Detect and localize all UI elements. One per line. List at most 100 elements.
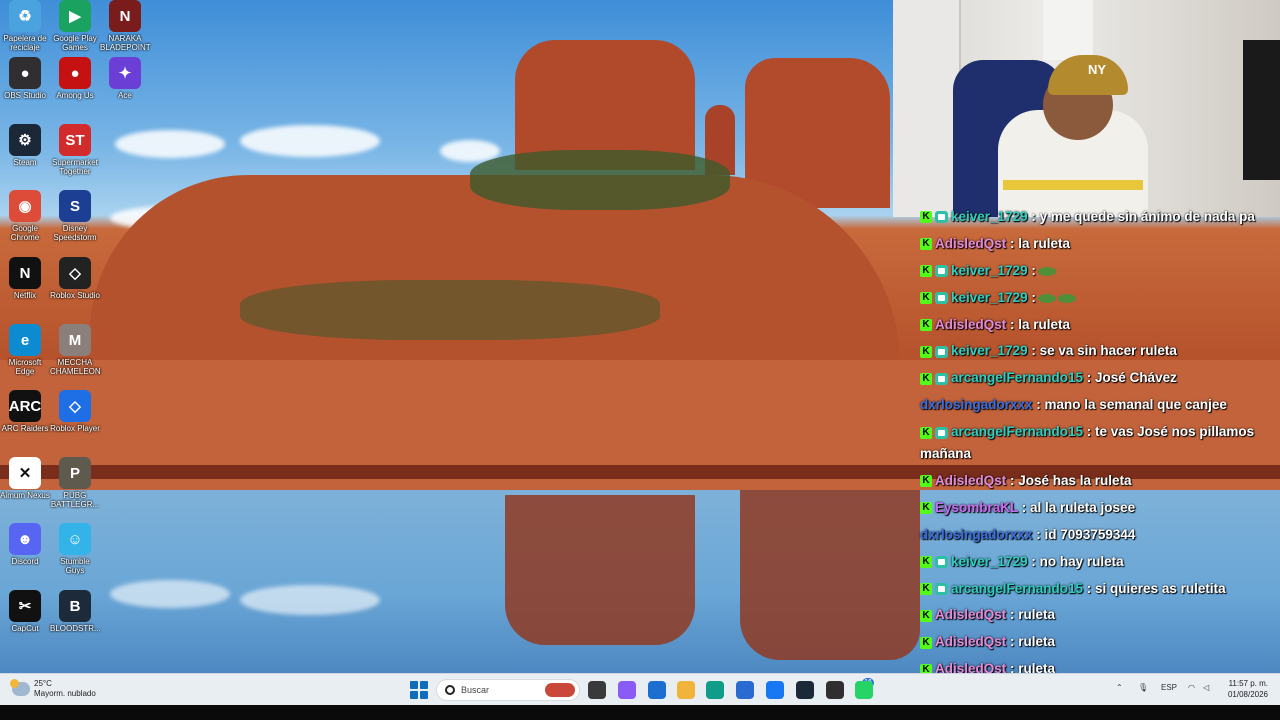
weather-widget[interactable]: 25°C Mayorm. nublado xyxy=(10,679,96,699)
desktop-icon[interactable]: ☻ Discord xyxy=(0,523,50,566)
desktop-icon[interactable]: ◇ Roblox Studio xyxy=(50,257,100,300)
chat-text: : José Chávez xyxy=(1083,370,1177,386)
desktop-icon[interactable]: M MECCHA CHAMELEON xyxy=(50,324,101,376)
desktop-icon[interactable]: P PUBG BATTLEGR... xyxy=(50,457,100,509)
cloud-reflection xyxy=(240,585,380,615)
steam-icon[interactable] xyxy=(796,681,814,699)
desktop-icon[interactable]: ✦ Ace xyxy=(100,57,150,100)
chat-username[interactable]: arcangelFernando15 xyxy=(951,424,1083,439)
desktop-icon[interactable]: ✂ CapCut xyxy=(0,590,50,633)
vegetation xyxy=(240,280,660,340)
facebook-icon[interactable] xyxy=(766,681,784,699)
desktop-icon-label: Netflix xyxy=(13,291,37,300)
subscriber-badge-icon xyxy=(935,211,948,224)
chat-username[interactable]: AdisledQst xyxy=(935,634,1006,649)
desktop-icon[interactable]: ● Among Us xyxy=(50,57,100,100)
start-button[interactable] xyxy=(410,681,428,699)
kick-badge-icon: K xyxy=(920,238,932,251)
naraka-icon: N xyxy=(109,0,141,32)
desktop-icon-label: Aimum Nexus xyxy=(0,491,50,500)
chat-username[interactable]: AdisledQst xyxy=(935,236,1006,251)
windows-logo-icon xyxy=(410,681,418,689)
chat-username[interactable]: keiver_1729 xyxy=(951,209,1028,224)
desktop-icon[interactable]: e Microsoft Edge xyxy=(0,324,50,376)
whatsapp-icon[interactable] xyxy=(855,681,873,699)
microphone-icon[interactable]: 🎙︎ xyxy=(1138,683,1148,692)
kick-badge-icon: K xyxy=(920,609,932,622)
chat-text: : y me quede sin ánimo de nada pa xyxy=(1027,209,1255,224)
chat-message: K AdisledQst : ruleta xyxy=(920,631,1280,653)
chat-username[interactable]: arcangelFernando15 xyxy=(951,370,1083,385)
chrome-icon: ◉ xyxy=(9,190,41,222)
taskbar: 25°C Mayorm. nublado Buscar 16 ⌃ 🎙︎ ESP … xyxy=(0,673,1280,705)
clock[interactable]: 11:57 p. m. 01/08/2026 xyxy=(1228,678,1268,700)
chevron-up-icon[interactable]: ⌃ xyxy=(1116,683,1123,692)
edge-icon[interactable] xyxy=(706,681,724,699)
chat-message: K AdisledQst : la ruleta xyxy=(920,314,1280,336)
file-explorer-icon[interactable] xyxy=(588,681,606,699)
cloud xyxy=(115,130,225,158)
desktop-icon[interactable]: B BLOODSTR... xyxy=(50,590,101,633)
desktop-icon[interactable]: N NARAKA BLADEPOINT xyxy=(100,0,151,52)
subscriber-badge-icon xyxy=(935,556,948,569)
chat-username[interactable]: AdisledQst xyxy=(935,473,1006,488)
chat-username[interactable]: dxrlosingadorxxx xyxy=(920,527,1033,542)
chat-message: dxrlosingadorxxx : id 7093759344 xyxy=(920,524,1280,546)
monitor xyxy=(1243,40,1280,180)
chat-username[interactable]: arcangelFernando15 xyxy=(951,581,1083,596)
desktop-icon[interactable]: ⚙ Steam xyxy=(0,124,50,167)
outlook-icon[interactable] xyxy=(648,681,666,699)
search-box[interactable]: Buscar xyxy=(436,679,580,701)
chat-text: : no hay ruleta xyxy=(1027,553,1124,569)
desktop-icon[interactable]: ARC ARC Raiders xyxy=(0,390,50,433)
desktop-icon[interactable]: ST Supermarket Together xyxy=(50,124,100,176)
chat-username[interactable]: EysombraKL xyxy=(935,500,1018,515)
desktop-icon[interactable]: ◇ Roblox Player xyxy=(50,390,100,433)
desktop-icon[interactable]: ▶ Google Play Games xyxy=(50,0,100,52)
obs-icon[interactable] xyxy=(826,681,844,699)
subscriber-badge-icon xyxy=(935,372,948,385)
chat-text: : mano la semanal que canjee xyxy=(1032,397,1227,413)
emote-icon xyxy=(1057,293,1076,303)
chat-username[interactable]: keiver_1729 xyxy=(951,263,1028,278)
copilot-icon[interactable] xyxy=(618,681,636,699)
desktop-icon[interactable]: ♻ Papelera de reciclaje xyxy=(0,0,50,52)
desktop-icon-label: Google Play Games xyxy=(53,34,97,52)
chat-text: : xyxy=(1027,262,1036,278)
wifi-icon[interactable]: ◠ xyxy=(1188,683,1195,692)
obs-icon: ● xyxy=(9,57,41,89)
recycle-bin-icon: ♻ xyxy=(9,0,41,32)
chat-message: K AdisledQst : la ruleta xyxy=(920,233,1280,255)
search-icon xyxy=(445,685,455,695)
desktop-icon[interactable]: N Netflix xyxy=(0,257,50,300)
desktop-icon-label: Microsoft Edge xyxy=(8,358,42,376)
cloudy-weather-icon xyxy=(10,679,30,696)
desktop-icon[interactable]: ✕ Aimum Nexus xyxy=(0,457,50,500)
chat-username[interactable]: AdisledQst xyxy=(935,317,1006,332)
desktop-icon[interactable]: S Disney Speedstorm xyxy=(50,190,100,242)
language-indicator[interactable]: ESP xyxy=(1161,683,1177,692)
desktop-icon-label: Ace xyxy=(118,91,132,100)
desktop-icon-label: Steam xyxy=(13,158,37,167)
chat-username[interactable]: keiver_1729 xyxy=(951,343,1028,358)
desktop-icon-label: Google Chrome xyxy=(10,224,40,242)
desktop-icon[interactable]: ◉ Google Chrome xyxy=(0,190,50,242)
desktop-icon[interactable]: ● OBS Studio xyxy=(0,57,50,100)
weather-desc: Mayorm. nublado xyxy=(34,689,96,698)
chat-message: K AdisledQst : José has la ruleta xyxy=(920,470,1280,492)
chat-username[interactable]: keiver_1729 xyxy=(951,554,1028,569)
chat-username[interactable]: dxrlosingadorxxx xyxy=(920,397,1033,412)
desktop-icon-label: NARAKA BLADEPOINT xyxy=(100,34,151,52)
supermarket-icon: ST xyxy=(59,124,91,156)
chat-message: Kkeiver_1729 : xyxy=(920,287,1280,309)
desktop-icon-label: CapCut xyxy=(11,624,39,633)
chat-username[interactable]: keiver_1729 xyxy=(951,290,1028,305)
desktop-icon-label: Papelera de reciclaje xyxy=(3,34,47,52)
chat-username[interactable]: AdisledQst xyxy=(935,607,1006,622)
folder-icon[interactable] xyxy=(677,681,695,699)
desktop-icon[interactable]: ☺ Stumble Guys xyxy=(50,523,100,575)
volume-icon[interactable]: ◁ xyxy=(1203,683,1209,692)
pubg-icon: P xyxy=(59,457,91,489)
kick-badge-icon: K xyxy=(920,583,932,596)
store-icon[interactable] xyxy=(736,681,754,699)
